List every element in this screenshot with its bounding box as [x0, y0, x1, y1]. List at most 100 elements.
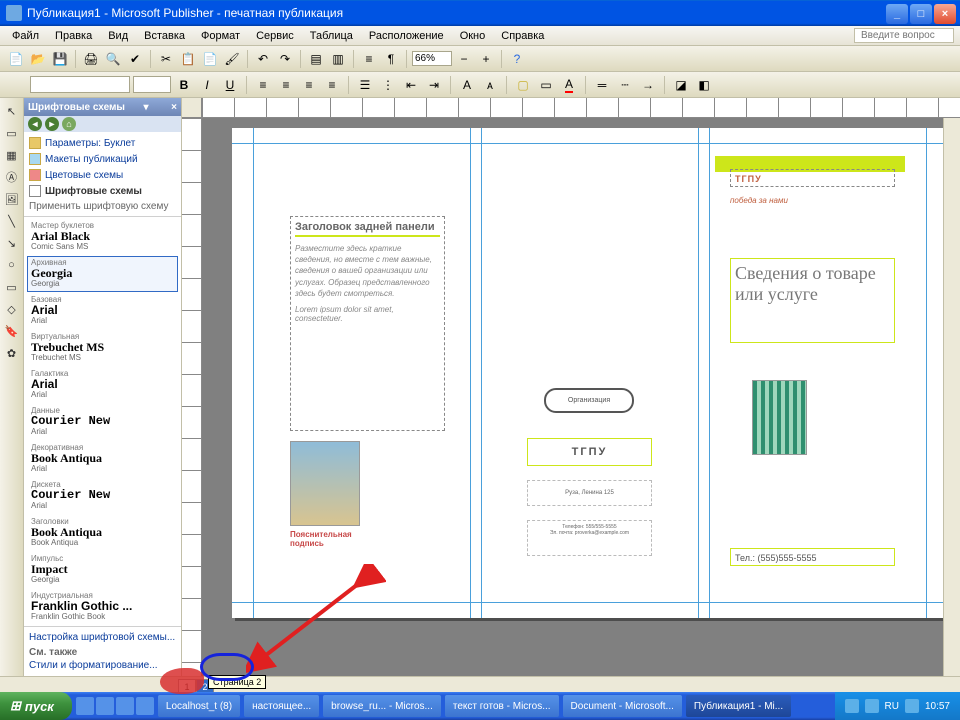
address-box[interactable]: Руза, Ленина 125 [527, 480, 652, 506]
menu-view[interactable]: Вид [100, 28, 136, 44]
undo-button[interactable]: ↶ [253, 49, 273, 69]
task-pane-close[interactable]: × [171, 102, 177, 113]
font-scheme-item[interactable]: ИмпульсImpactGeorgia [27, 552, 178, 588]
picture-tool[interactable]: 🖼 [3, 190, 21, 208]
bullets-button[interactable]: ⋮ [378, 75, 398, 95]
align-left-button[interactable]: ≡ [253, 75, 273, 95]
format-painter-button[interactable]: 🖌 [222, 49, 242, 69]
oval-tool[interactable]: ○ [3, 256, 21, 274]
tray-icon[interactable] [845, 699, 859, 713]
font-scheme-item[interactable]: Мастер буклетовArial BlackComic Sans MS [27, 219, 178, 255]
font-scheme-item[interactable]: ЗаголовкиBook AntiquaBook Antiqua [27, 515, 178, 551]
front-tag[interactable]: победа за нами [730, 196, 788, 205]
task-font-schemes[interactable]: Шрифтовые схемы [29, 183, 176, 199]
font-size-combo[interactable] [133, 76, 171, 93]
close-button[interactable]: × [934, 4, 956, 24]
menu-table[interactable]: Таблица [302, 28, 361, 44]
taskbar-task[interactable]: browse_ru... - Micros... [323, 695, 441, 717]
font-scheme-item[interactable]: ИндустриальнаяFranklin Gothic ...Frankli… [27, 589, 178, 625]
pointer-tool[interactable]: ↖ [3, 102, 21, 120]
guide[interactable] [232, 602, 947, 603]
arrow-style-button[interactable]: → [638, 75, 658, 95]
taskbar-task[interactable]: настоящее... [244, 695, 319, 717]
fill-color-button[interactable]: ▢ [513, 75, 533, 95]
menu-arrange[interactable]: Расположение [361, 28, 452, 44]
back-panel-textbox[interactable]: Заголовок задней панели Разместите здесь… [290, 216, 445, 431]
align-center-button[interactable]: ≡ [276, 75, 296, 95]
special-chars-button[interactable]: ¶ [381, 49, 401, 69]
guide[interactable] [232, 143, 947, 144]
textbox-tool[interactable]: ▭ [3, 124, 21, 142]
menu-format[interactable]: Формат [193, 28, 248, 44]
help-button[interactable]: ? [507, 49, 527, 69]
font-scheme-item[interactable]: ГалактикаArialArial [27, 367, 178, 403]
send-back-button[interactable]: ▥ [328, 49, 348, 69]
nav-home-button[interactable]: ⌂ [62, 117, 76, 131]
image-caption[interactable]: Пояснительная подпись [290, 530, 365, 548]
decrease-indent-button[interactable]: ⇤ [401, 75, 421, 95]
back-image[interactable] [290, 441, 360, 526]
taskbar-task-active[interactable]: Публикация1 - Mi... [686, 695, 791, 717]
grow-font-button[interactable]: A [457, 75, 477, 95]
font-scheme-item[interactable]: ДекоративнаяBook AntiquaArial [27, 441, 178, 477]
cut-button[interactable]: ✂ [156, 49, 176, 69]
front-title[interactable]: Сведения о товаре или услуге [730, 258, 895, 343]
front-image[interactable] [752, 380, 807, 455]
numbering-button[interactable]: ☰ [355, 75, 375, 95]
menu-edit[interactable]: Правка [47, 28, 100, 44]
org-name-box[interactable]: ТГПУ [527, 438, 652, 466]
line-color-button[interactable]: ▭ [536, 75, 556, 95]
spellcheck-button[interactable]: ✔ [125, 49, 145, 69]
arrow-tool[interactable]: ↘ [3, 234, 21, 252]
tel-box[interactable]: Тел.: (555)555-5555 [730, 548, 895, 566]
menu-file[interactable]: Файл [4, 28, 47, 44]
line-tool[interactable]: ╲ [3, 212, 21, 230]
zoom-in-button[interactable]: + [476, 49, 496, 69]
ql-icon[interactable] [116, 697, 134, 715]
align-right-button[interactable]: ≡ [299, 75, 319, 95]
taskbar-task[interactable]: текст готов - Micros... [445, 695, 559, 717]
autoshapes-tool[interactable]: ◇ [3, 300, 21, 318]
font-scheme-item[interactable]: ВиртуальнаяTrebuchet MSTrebuchet MS [27, 330, 178, 366]
line-style-button[interactable]: ═ [592, 75, 612, 95]
ql-icon[interactable] [76, 697, 94, 715]
menu-help[interactable]: Справка [493, 28, 552, 44]
columns-button[interactable]: ≡ [359, 49, 379, 69]
org-logo[interactable]: Организация [544, 388, 634, 413]
start-button[interactable]: ⊞ пуск [0, 692, 72, 720]
font-name-combo[interactable] [30, 76, 130, 93]
phone-box[interactable]: Телефон: 555/555-5555 Эл. почта: proverk… [527, 520, 652, 556]
styles-formatting-link[interactable]: Стили и форматирование... [29, 659, 176, 672]
ql-icon[interactable] [136, 697, 154, 715]
justify-button[interactable]: ≡ [322, 75, 342, 95]
font-scheme-item[interactable]: ДанныеCourier NewArial [27, 404, 178, 440]
vertical-ruler[interactable] [182, 118, 202, 676]
table-tool[interactable]: ▦ [3, 146, 21, 164]
new-button[interactable]: 📄 [6, 49, 26, 69]
paste-button[interactable]: 📄 [200, 49, 220, 69]
clock[interactable]: 10:57 [925, 701, 950, 712]
dash-style-button[interactable]: ┄ [615, 75, 635, 95]
zoom-combo[interactable]: 66% [412, 51, 452, 66]
task-pane-dropdown[interactable]: ▾ [144, 102, 149, 113]
menu-window[interactable]: Окно [452, 28, 494, 44]
preview-button[interactable]: 🔍 [103, 49, 123, 69]
design-gallery-tool[interactable]: ✿ [3, 344, 21, 362]
taskbar-task[interactable]: Document - Microsoft... [563, 695, 682, 717]
scratch-area[interactable]: Заголовок задней панели Разместите здесь… [202, 118, 960, 676]
custom-scheme-link[interactable]: Настройка шрифтовой схемы... [29, 631, 176, 644]
task-options[interactable]: Параметры: Буклет [29, 135, 176, 151]
copy-button[interactable]: 📋 [178, 49, 198, 69]
vertical-scrollbar[interactable] [943, 118, 960, 683]
font-color-button[interactable]: A [559, 75, 579, 95]
tray-icon[interactable] [865, 699, 879, 713]
zoom-out-button[interactable]: − [454, 49, 474, 69]
publication-page[interactable]: Заголовок задней панели Разместите здесь… [232, 128, 947, 618]
rectangle-tool[interactable]: ▭ [3, 278, 21, 296]
bold-button[interactable]: B [174, 75, 194, 95]
ask-question-box[interactable] [854, 28, 954, 43]
front-org[interactable]: ТГПУ [730, 169, 895, 187]
print-button[interactable]: 🖨 [81, 49, 101, 69]
minimize-button[interactable]: _ [886, 4, 908, 24]
shadow-button[interactable]: ◪ [671, 75, 691, 95]
